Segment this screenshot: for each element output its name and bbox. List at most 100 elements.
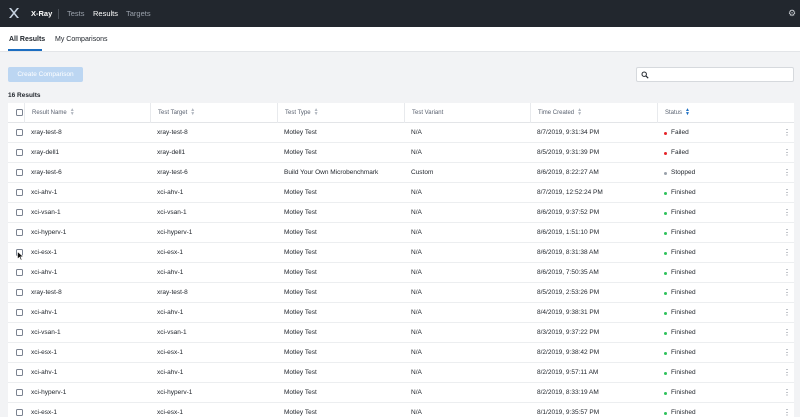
table-row[interactable]: xci-ahv-1 xci-ahv-1 Motley Test N/A 8/6/2019… [8,263,794,283]
result-name-cell[interactable]: xray-dell1 [31,143,59,163]
result-name-cell[interactable]: xci-vsan-1 [31,203,61,223]
table-row[interactable]: xray-test-8 xray-test-8 Motley Test N/A 8/5/… [8,283,794,303]
tab-my-comparisons[interactable]: My Comparisons [55,36,108,43]
sort-arrows-icon[interactable]: ▲ ▼ [70,108,75,117]
more-vertical-icon[interactable]: ⋮ [783,307,791,319]
row-checkbox[interactable] [16,309,23,316]
row-checkbox[interactable] [16,189,23,196]
nav-results[interactable]: Results [93,9,118,18]
column-header-status[interactable]: Status ▲ ▼ [657,103,794,123]
status-cell: Finished [671,309,696,316]
more-vertical-icon[interactable]: ⋮ [783,407,791,417]
more-vertical-icon[interactable]: ⋮ [783,267,791,279]
more-vertical-icon[interactable]: ⋮ [783,127,791,139]
result-name-cell[interactable]: xci-ahv-1 [31,183,57,203]
row-checkbox[interactable] [16,289,23,296]
row-checkbox[interactable] [16,369,23,376]
result-name-cell[interactable]: xray-test-6 [31,163,62,183]
column-header-time-created[interactable]: Time Created ▲ ▼ [530,103,657,123]
test-type-cell: Motley Test [284,369,317,376]
column-header-result-name[interactable]: Result Name ▲ ▼ [24,103,150,123]
row-checkbox[interactable] [16,389,23,396]
more-vertical-icon[interactable]: ⋮ [783,167,791,179]
result-name-cell[interactable]: xci-esx-1 [31,243,57,263]
select-all-checkbox[interactable] [16,109,23,116]
result-name-cell[interactable]: xray-test-8 [31,283,62,303]
test-variant-cell: N/A [411,189,422,196]
table-row[interactable]: xci-esx-1 xci-esx-1 Motley Test N/A 8/1/2019… [8,403,794,417]
result-name-cell[interactable]: xci-esx-1 [31,343,57,363]
nav-tests[interactable]: Tests [67,9,85,18]
nav-targets[interactable]: Targets [126,9,151,18]
row-checkbox[interactable] [16,409,23,416]
column-header-test-type[interactable]: Test Type ▲ ▼ [277,103,404,123]
results-count: 16 Results [8,92,41,99]
more-vertical-icon[interactable]: ⋮ [783,387,791,399]
table-row[interactable]: xci-hyperv-1 xci-hyperv-1 Motley Test N/A 8/… [8,383,794,403]
result-name-cell[interactable]: xci-vsan-1 [31,323,61,343]
result-name-cell[interactable]: xci-esx-1 [31,403,57,417]
more-vertical-icon[interactable]: ⋮ [783,347,791,359]
status-cell: Finished [671,329,696,336]
status-dot-icon [664,172,667,175]
table-row[interactable]: xci-esx-1 xci-esx-1 Motley Test N/A 8/6/2019… [8,243,794,263]
test-variant-cell: N/A [411,229,422,236]
test-variant-cell: N/A [411,269,422,276]
more-vertical-icon[interactable]: ⋮ [783,247,791,259]
table-row[interactable]: xray-test-8 xray-test-8 Motley Test N/A 8/7/… [8,123,794,143]
table-row[interactable]: xci-ahv-1 xci-ahv-1 Motley Test N/A 8/7/2019… [8,183,794,203]
column-header-test-variant[interactable]: Test Variant [404,103,530,123]
more-vertical-icon[interactable]: ⋮ [783,227,791,239]
test-type-cell: Motley Test [284,349,317,356]
table-row[interactable]: xci-vsan-1 xci-vsan-1 Motley Test N/A 8/3/20… [8,323,794,343]
result-name-cell[interactable]: xray-test-8 [31,123,62,143]
table-row[interactable]: xci-vsan-1 xci-vsan-1 Motley Test N/A 8/6/20… [8,203,794,223]
row-checkbox[interactable] [16,349,23,356]
status-cell: Finished [671,209,696,216]
results-table: Result Name ▲ ▼ Test Target ▲ ▼ Test Type ▲ ▼ … [8,103,794,417]
status-dot-icon [664,272,667,275]
column-header-test-target[interactable]: Test Target ▲ ▼ [150,103,277,123]
gear-icon[interactable]: ⚙ [787,8,797,18]
search-box[interactable] [636,67,794,82]
table-row[interactable]: xci-ahv-1 xci-ahv-1 Motley Test N/A 8/2/2019… [8,363,794,383]
xray-logo-icon[interactable] [8,7,20,19]
table-row[interactable]: xci-ahv-1 xci-ahv-1 Motley Test N/A 8/4/2019… [8,303,794,323]
result-name-cell[interactable]: xci-hyperv-1 [31,383,66,403]
sort-arrows-icon[interactable]: ▲ ▼ [577,108,582,117]
search-input[interactable] [651,69,791,80]
result-name-cell[interactable]: xci-ahv-1 [31,363,57,383]
row-checkbox[interactable] [16,149,23,156]
table-header: Result Name ▲ ▼ Test Target ▲ ▼ Test Type ▲ ▼ … [8,103,794,123]
status-dot-icon [664,372,667,375]
row-checkbox[interactable] [16,229,23,236]
tab-all-results[interactable]: All Results [9,36,45,43]
row-checkbox[interactable] [16,269,23,276]
search-icon [641,71,649,79]
row-checkbox[interactable] [16,329,23,336]
result-name-cell[interactable]: xci-ahv-1 [31,303,57,323]
create-comparison-button[interactable]: Create Comparison [8,67,83,82]
more-vertical-icon[interactable]: ⋮ [783,187,791,199]
table-row[interactable]: xray-dell1 xray-dell1 Motley Test N/A 8/5/20… [8,143,794,163]
test-target-cell: xci-esx-1 [157,349,184,356]
row-checkbox[interactable] [16,129,23,136]
sort-arrows-icon[interactable]: ▲ ▼ [685,108,690,117]
result-name-cell[interactable]: xci-ahv-1 [31,263,57,283]
more-vertical-icon[interactable]: ⋮ [783,147,791,159]
table-row[interactable]: xci-esx-1 xci-esx-1 Motley Test N/A 8/2/2019… [8,343,794,363]
row-checkbox[interactable] [16,209,23,216]
sort-arrows-icon[interactable]: ▲ ▼ [314,108,319,117]
table-row[interactable]: xray-test-6 xray-test-6 Build Your Own Mic… [8,163,794,183]
test-target-cell: xray-test-8 [157,289,188,296]
row-checkbox[interactable] [16,169,23,176]
more-vertical-icon[interactable]: ⋮ [783,367,791,379]
more-vertical-icon[interactable]: ⋮ [783,207,791,219]
sort-arrows-icon[interactable]: ▲ ▼ [190,108,195,117]
more-vertical-icon[interactable]: ⋮ [783,327,791,339]
test-variant-cell: N/A [411,389,422,396]
more-vertical-icon[interactable]: ⋮ [783,287,791,299]
table-row[interactable]: xci-hyperv-1 xci-hyperv-1 Motley Test N/A 8/… [8,223,794,243]
result-name-cell[interactable]: xci-hyperv-1 [31,223,66,243]
status-cell: Finished [671,389,696,396]
